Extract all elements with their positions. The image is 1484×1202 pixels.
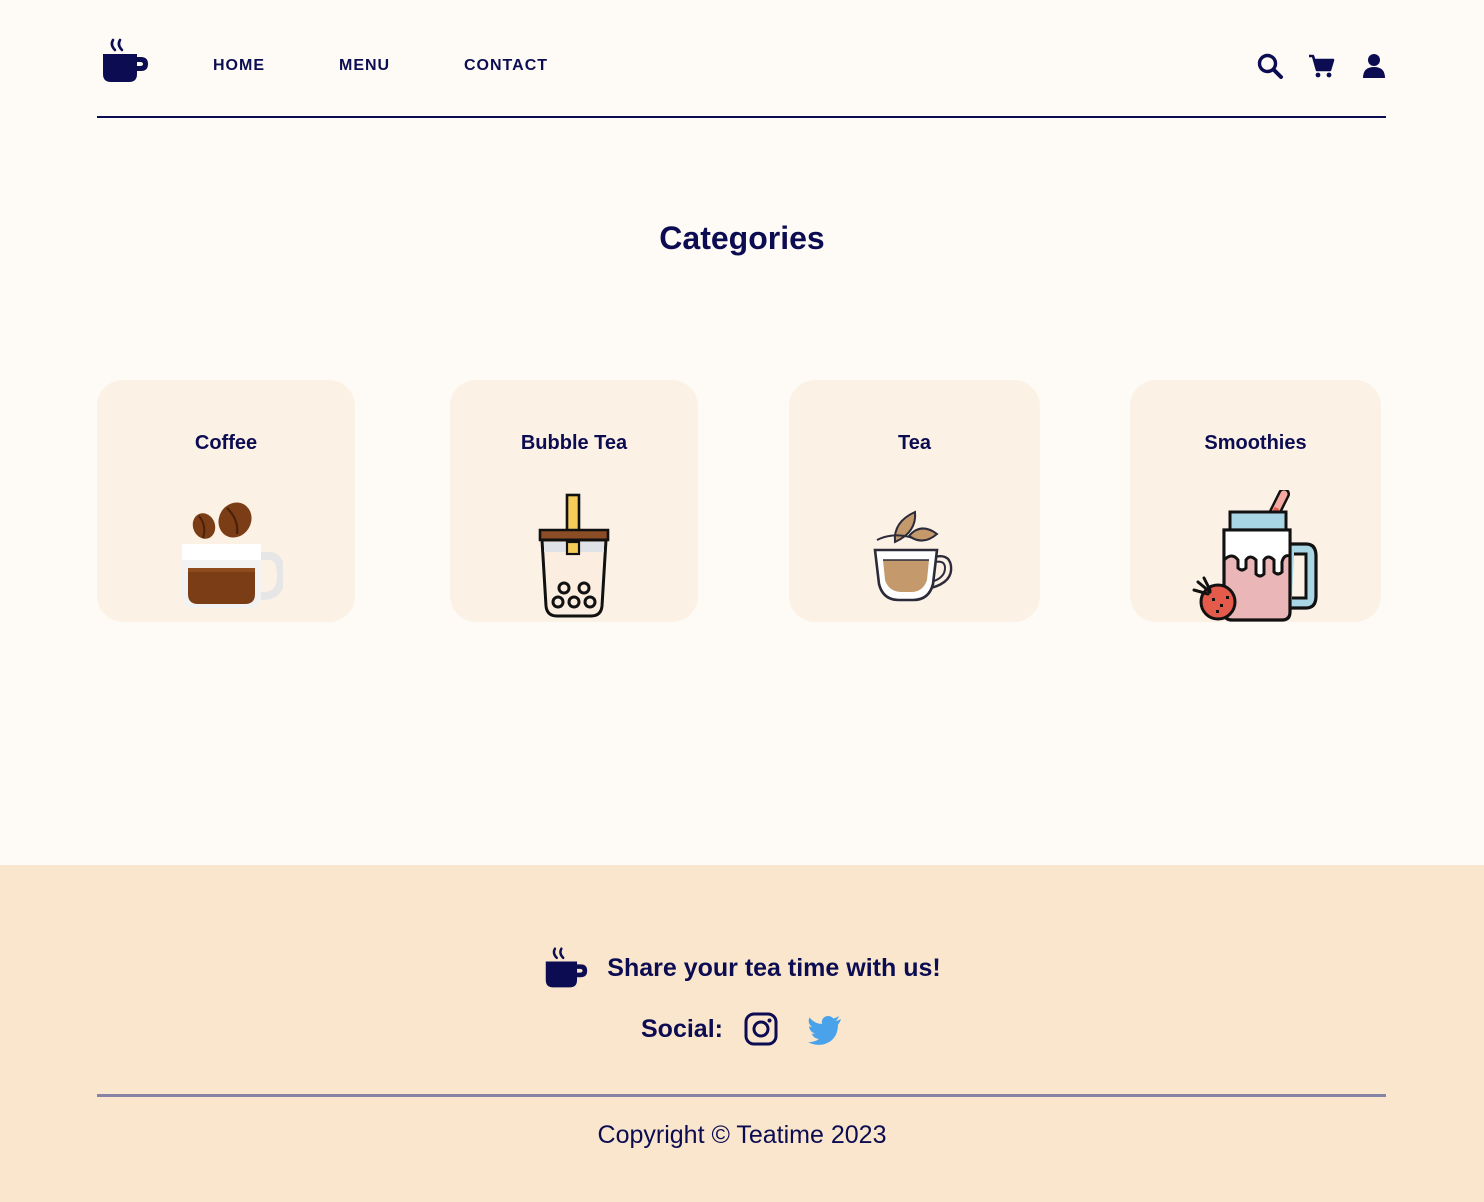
category-label: Bubble Tea bbox=[520, 432, 628, 454]
cart-icon[interactable] bbox=[1308, 52, 1336, 80]
search-icon[interactable] bbox=[1256, 52, 1284, 80]
category-card-tea[interactable]: Tea bbox=[789, 380, 1040, 622]
category-card-coffee[interactable]: Coffee bbox=[97, 380, 355, 622]
instagram-icon[interactable] bbox=[743, 1011, 779, 1047]
categories-heading: Categories bbox=[659, 220, 825, 256]
share-tagline: Share your tea time with us! bbox=[607, 953, 941, 982]
social-label: Social: bbox=[641, 1014, 723, 1043]
nav-contact-link[interactable]: CONTACT bbox=[464, 57, 548, 75]
category-label: Coffee bbox=[194, 432, 258, 454]
coffee-cup-icon bbox=[179, 500, 286, 612]
bubble-tea-icon bbox=[530, 492, 618, 618]
page: HOME MENU CONTACT Categories Coffee Bubb… bbox=[0, 0, 1484, 1202]
share-row: Share your tea time with us! bbox=[0, 943, 1484, 993]
mug-logo-icon[interactable] bbox=[100, 38, 150, 84]
category-label: Tea bbox=[898, 432, 931, 454]
site-header: HOME MENU CONTACT bbox=[97, 0, 1386, 118]
nav-home-link[interactable]: HOME bbox=[213, 57, 265, 75]
twitter-icon[interactable] bbox=[807, 1011, 843, 1047]
category-card-bubble-tea[interactable]: Bubble Tea bbox=[450, 380, 698, 622]
smoothie-jar-icon bbox=[1188, 488, 1324, 622]
footer-divider bbox=[97, 1094, 1386, 1097]
user-icon[interactable] bbox=[1360, 52, 1388, 80]
category-card-smoothies[interactable]: Smoothies bbox=[1130, 380, 1381, 622]
social-row: Social: bbox=[0, 1009, 1484, 1049]
tea-cup-icon bbox=[873, 508, 955, 604]
copyright-text: Copyright © Teatime 2023 bbox=[597, 1121, 887, 1149]
site-footer: Share your tea time with us! Social: Cop… bbox=[0, 865, 1484, 1202]
nav-menu-link[interactable]: MENU bbox=[339, 57, 390, 75]
category-label: Smoothies bbox=[1204, 432, 1307, 454]
mug-logo-icon bbox=[543, 945, 589, 991]
